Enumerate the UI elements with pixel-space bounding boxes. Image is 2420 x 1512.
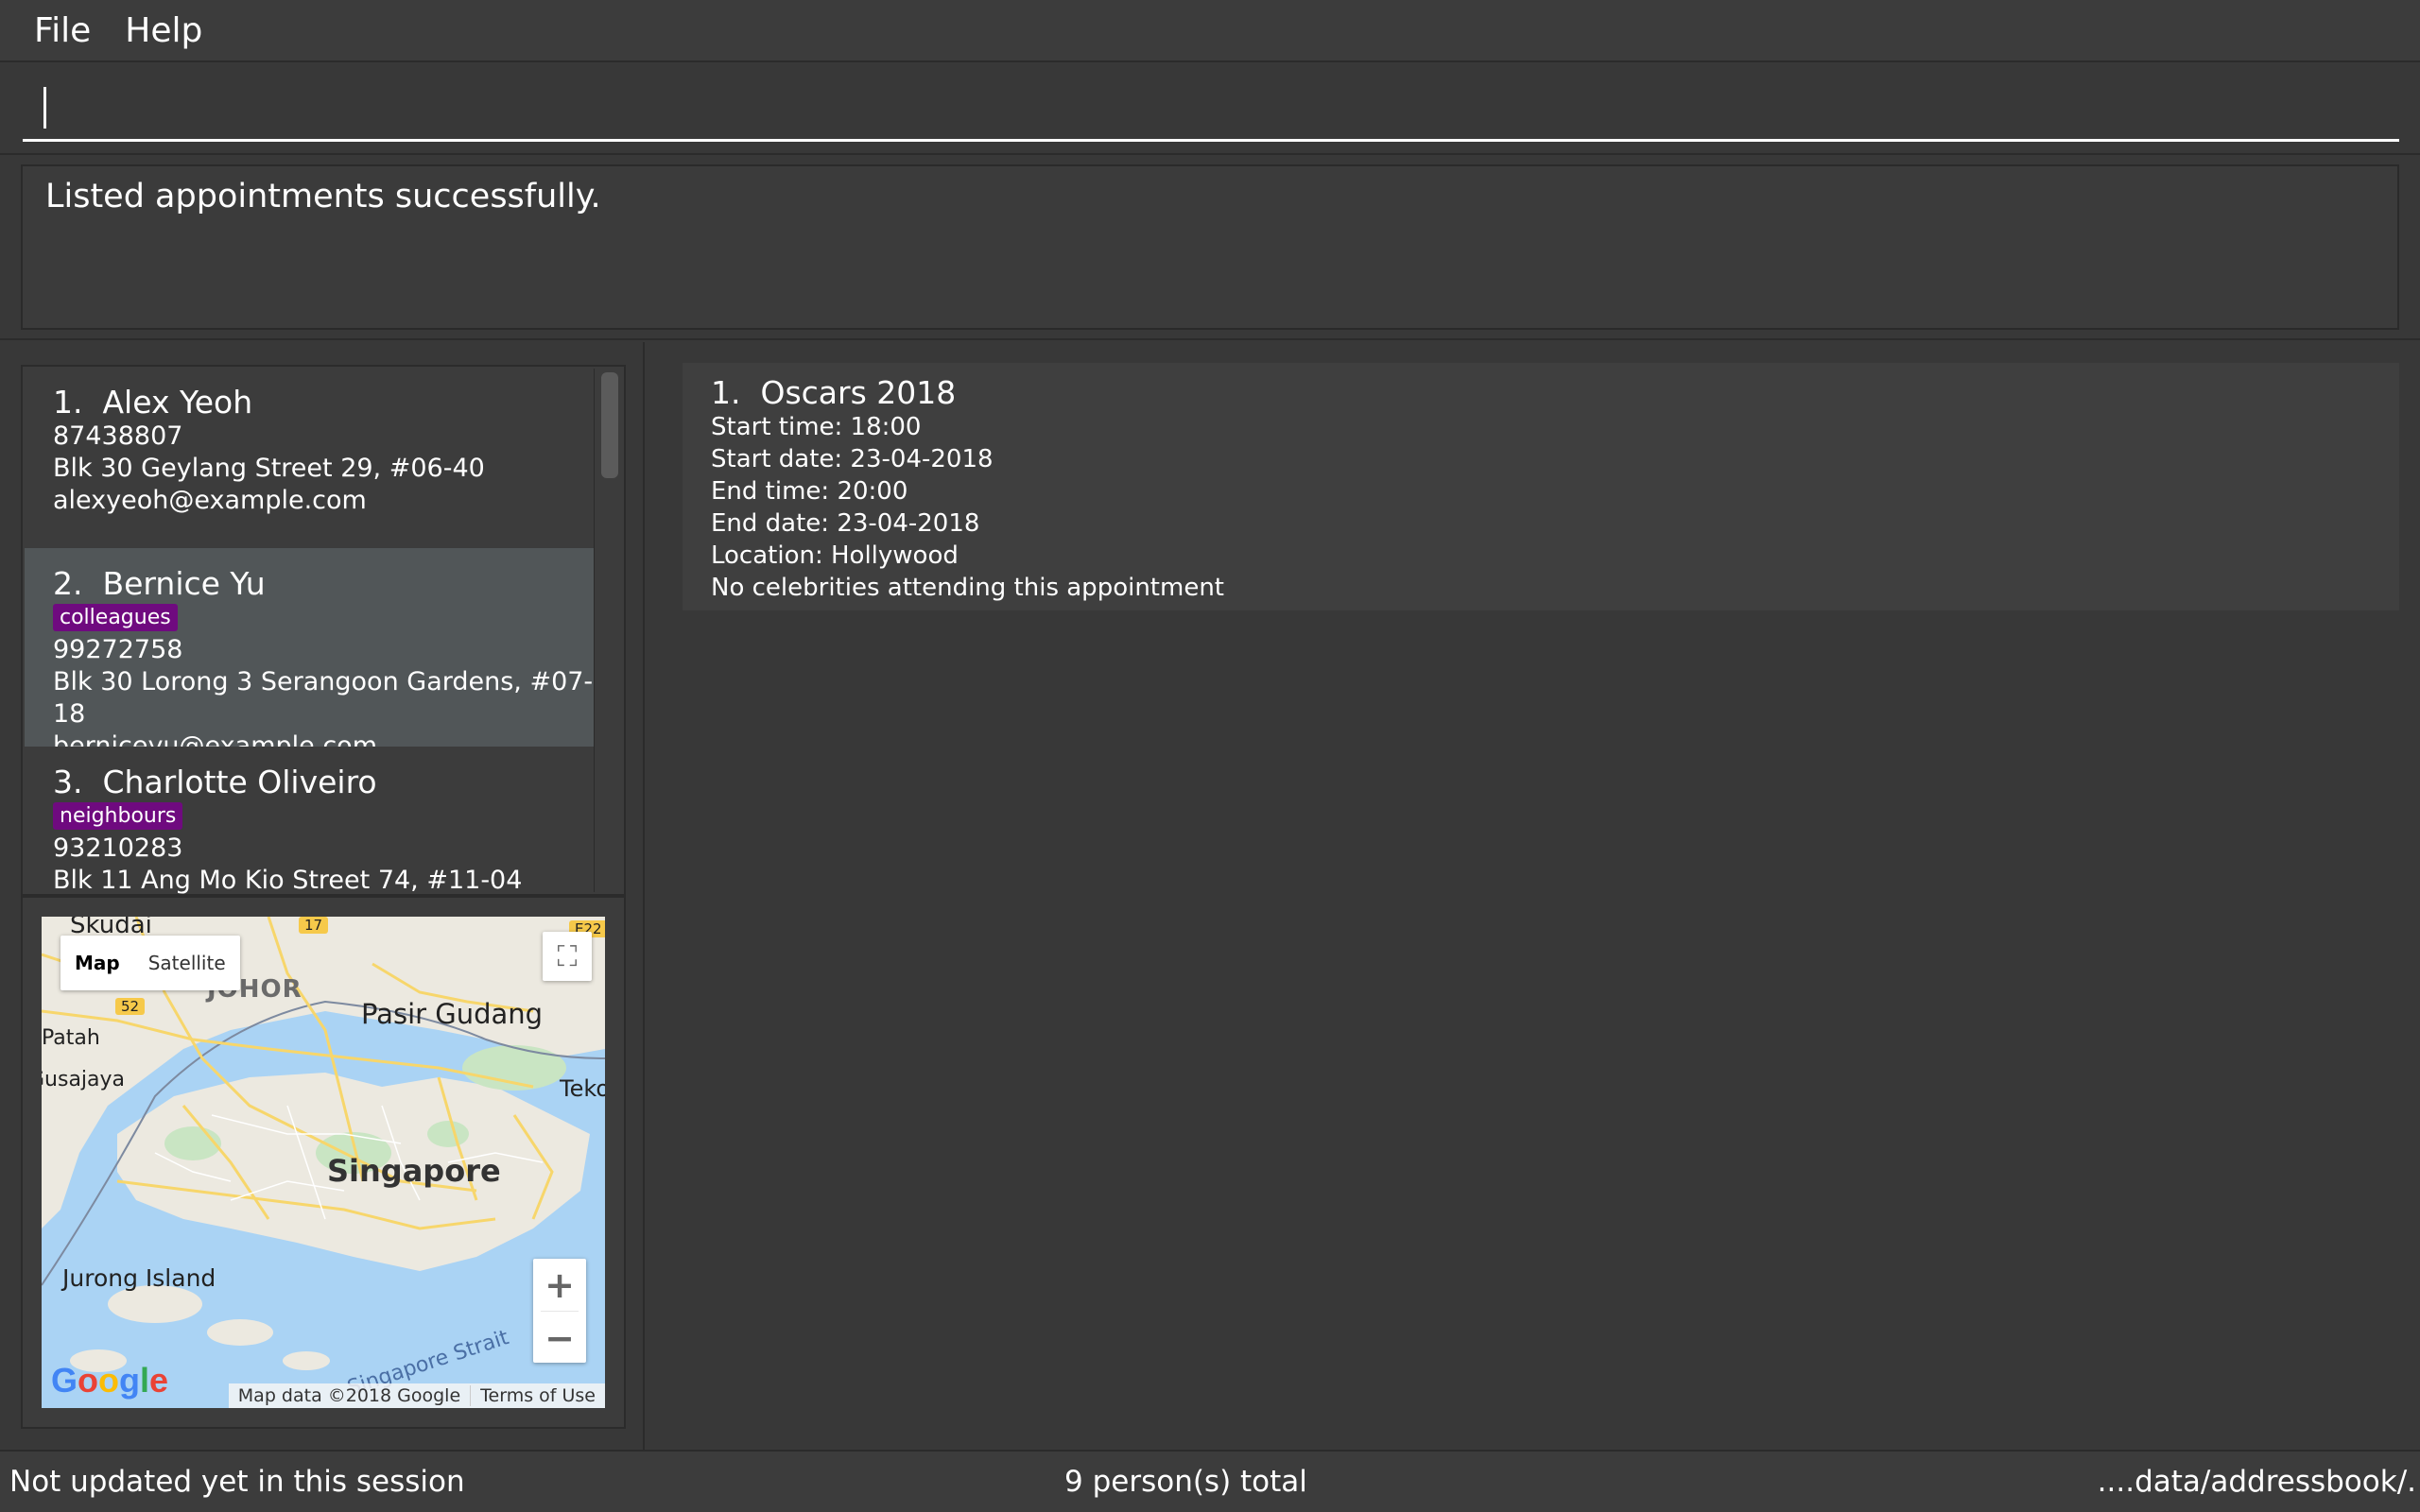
person-name: Alex Yeoh — [102, 384, 253, 421]
person-index: 3. — [53, 764, 83, 800]
appointment-card[interactable]: 1. Oscars 2018 Start time: 18:00 Start d… — [683, 363, 2399, 610]
appointment-celebrities: No celebrities attending this appointmen… — [711, 574, 1224, 602]
person-card[interactable]: 3. Charlotte Oliveiro neighbours 9321028… — [25, 747, 597, 895]
result-message: Listed appointments successfully. — [45, 178, 601, 215]
zoom-out-button[interactable]: − — [533, 1312, 586, 1364]
fullscreen-icon: ⛶ — [557, 939, 578, 973]
map-canvas — [42, 917, 605, 1408]
person-list[interactable]: 1. Alex Yeoh 87438807 Blk 30 Geylang Str… — [21, 365, 626, 896]
person-phone: 99272758 — [53, 635, 183, 664]
google-map[interactable]: Skudai JOHOR Pasir Gudang Patah Gusajaya… — [42, 917, 605, 1408]
map-label: Singapore — [327, 1153, 501, 1189]
person-address: Blk 30 Geylang Street 29, #06-40 — [53, 454, 485, 483]
appointment-end-time: End time: 20:00 — [711, 477, 908, 506]
appointment-index: 1. — [711, 374, 741, 411]
scrollbar-thumb[interactable] — [601, 372, 618, 478]
person-index: 1. — [53, 384, 83, 421]
person-title: 3. Charlotte Oliveiro — [53, 764, 597, 800]
command-input[interactable] — [23, 79, 2399, 142]
zoom-control: + − — [533, 1259, 586, 1363]
sync-status: Not updated yet in this session — [9, 1465, 465, 1499]
person-address: Blk 30 Lorong 3 Serangoon Gardens, #07-1… — [53, 667, 594, 729]
map-label: Tekong — [560, 1075, 605, 1102]
map-label: Gusajaya — [42, 1068, 126, 1091]
person-address: Blk 11 Ang Mo Kio Street 74, #11-04 — [53, 866, 523, 895]
person-phone: 93210283 — [53, 833, 183, 863]
status-bar: Not updated yet in this session 9 person… — [0, 1450, 2420, 1512]
terms-of-use-link[interactable]: Terms of Use — [470, 1385, 605, 1406]
person-card[interactable]: 1. Alex Yeoh 87438807 Blk 30 Geylang Str… — [25, 367, 597, 548]
appointment-start-date: Start date: 23-04-2018 — [711, 445, 994, 473]
appointment-start-time: Start time: 18:00 — [711, 413, 922, 441]
person-name: Bernice Yu — [102, 565, 266, 602]
menu-bar: File Help — [0, 0, 2420, 62]
menu-file[interactable]: File — [17, 11, 108, 50]
map-label: Pasir Gudang — [361, 998, 544, 1030]
map-label: Patah — [42, 1026, 100, 1050]
appointment-name: Oscars 2018 — [760, 374, 957, 411]
person-title: 2. Bernice Yu — [53, 565, 597, 602]
map-label: Jurong Island — [62, 1264, 216, 1292]
map-attribution: Map data ©2018 Google Terms of Use — [228, 1383, 605, 1408]
map-type-map-button[interactable]: Map — [60, 936, 134, 990]
person-tag: neighbours — [53, 802, 183, 830]
appointment-location: Location: Hollywood — [711, 541, 959, 570]
person-name: Charlotte Oliveiro — [102, 764, 377, 800]
road-badge: 17 — [299, 917, 329, 934]
map-type-control: Map Satellite — [60, 936, 240, 990]
person-email: alexyeoh@example.com — [53, 486, 367, 515]
appointment-end-date: End date: 23-04-2018 — [711, 509, 980, 538]
person-phone: 87438807 — [53, 421, 183, 451]
fullscreen-button[interactable]: ⛶ — [543, 932, 592, 981]
person-tag: colleagues — [53, 604, 178, 631]
zoom-in-button[interactable]: + — [533, 1259, 586, 1311]
text-caret — [43, 87, 46, 129]
menu-help[interactable]: Help — [108, 11, 219, 50]
save-location: ....data/addressbook/. — [2097, 1465, 2416, 1499]
map-data-text: Map data ©2018 Google — [237, 1385, 461, 1406]
road-badge: 52 — [115, 998, 146, 1015]
person-title: 1. Alex Yeoh — [53, 384, 597, 421]
person-card-selected[interactable]: 2. Bernice Yu colleagues 99272758 Blk 30… — [25, 548, 597, 761]
person-count: 9 person(s) total — [1064, 1465, 1307, 1499]
map-type-satellite-button[interactable]: Satellite — [134, 936, 240, 990]
appointment-title: 1. Oscars 2018 — [711, 374, 2399, 411]
google-logo: Google — [51, 1361, 169, 1400]
person-index: 2. — [53, 565, 83, 602]
